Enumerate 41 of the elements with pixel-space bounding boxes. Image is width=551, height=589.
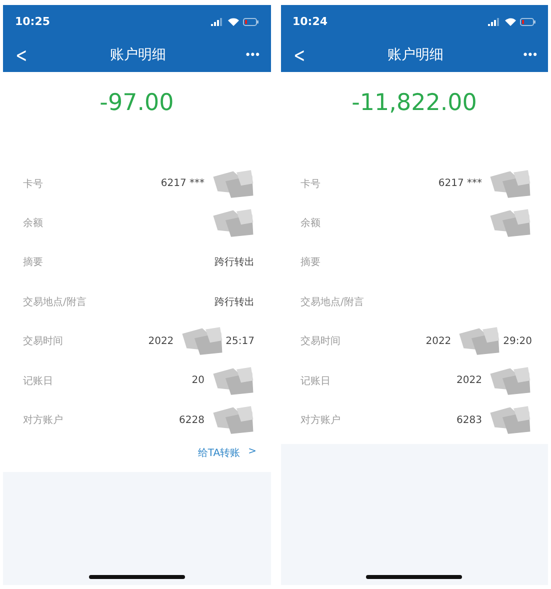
field-value: 29:20 xyxy=(503,336,532,347)
back-button[interactable]: < xyxy=(16,43,28,67)
field-value: 跨行转出 xyxy=(214,296,254,309)
signal-icon xyxy=(488,18,501,26)
status-time: 10:24 xyxy=(292,15,328,28)
field-value: 2022 xyxy=(456,375,482,386)
field-value: 25:17 xyxy=(226,336,254,347)
screen-title: 账户明细 xyxy=(110,46,166,64)
field-value: 2022 xyxy=(426,336,452,347)
field-label: 摘要 xyxy=(23,256,43,270)
field-label: 卡号 xyxy=(300,178,320,191)
field-label: 对方账户 xyxy=(23,414,63,428)
field-value: 6228 xyxy=(179,414,204,426)
screen-title: 账户明细 xyxy=(387,46,444,64)
field-label: 余额 xyxy=(300,216,320,230)
wifi-icon xyxy=(505,18,516,26)
field-label: 摘要 xyxy=(300,256,320,270)
status-time: 10:25 xyxy=(15,15,50,28)
field-value: 6217 *** xyxy=(438,178,482,190)
signal-icon xyxy=(210,18,224,26)
transfer-link[interactable]: 给TA转账 > xyxy=(198,446,256,460)
field-value: 跨行转出 xyxy=(214,256,254,270)
field-label: 交易地点/附言 xyxy=(300,296,364,309)
field-value: 6217 *** xyxy=(160,178,204,190)
field-value: 6283 xyxy=(456,414,482,426)
more-button[interactable]: ••• xyxy=(246,49,260,61)
back-button[interactable]: < xyxy=(293,43,305,67)
field-label: 记账日 xyxy=(23,374,53,388)
more-button[interactable]: ••• xyxy=(523,49,538,61)
field-label: 交易地点/附言 xyxy=(23,296,86,309)
field-label: 对方账户 xyxy=(300,414,340,428)
field-label: 交易时间 xyxy=(23,334,63,348)
amount: -97.00 xyxy=(98,89,175,118)
wifi-icon xyxy=(228,18,238,26)
field-label: 余额 xyxy=(23,216,43,230)
field-value: 2022 xyxy=(148,336,174,347)
field-label: 卡号 xyxy=(23,178,43,191)
field-label: 交易时间 xyxy=(300,334,340,348)
field-label: 记账日 xyxy=(300,374,330,388)
field-value: 20 xyxy=(192,375,204,386)
amount: -11,822.00 xyxy=(350,89,478,118)
